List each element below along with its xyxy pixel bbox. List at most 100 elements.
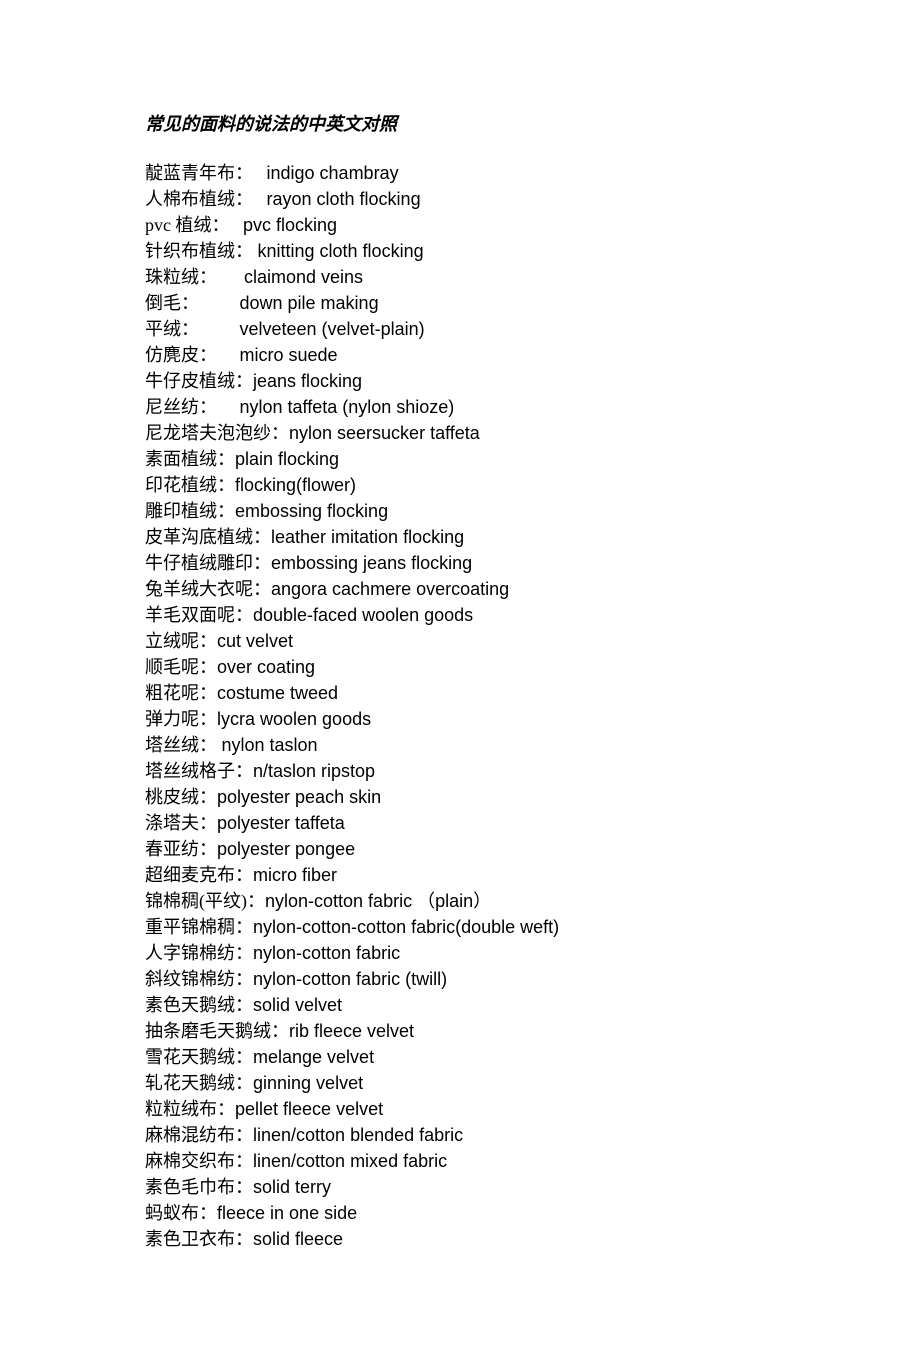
list-item: 倒毛： down pile making (145, 290, 775, 316)
term-chinese: 塔丝绒： (145, 735, 222, 755)
list-item: 轧花天鹅绒：ginning velvet (145, 1070, 775, 1096)
term-chinese: 顺毛呢： (145, 657, 217, 677)
term-chinese: 涤塔夫： (145, 813, 217, 833)
list-item: 素色天鹅绒：solid velvet (145, 992, 775, 1018)
term-english: jeans flocking (253, 371, 362, 391)
term-english: indigo chambray (267, 163, 399, 183)
term-english: nylon-cotton fabric （plain） (265, 891, 491, 911)
term-chinese: 倒毛： (145, 293, 240, 313)
term-english: lycra woolen goods (217, 709, 371, 729)
list-item: 尼龙塔夫泡泡纱：nylon seersucker taffeta (145, 420, 775, 446)
list-item: 牛仔皮植绒：jeans flocking (145, 368, 775, 394)
term-english: solid terry (253, 1177, 331, 1197)
term-chinese: 塔丝绒格子： (145, 761, 253, 781)
list-item: pvc 植绒： pvc flocking (145, 212, 775, 238)
term-english: linen/cotton mixed fabric (253, 1151, 447, 1171)
list-item: 锦棉稠(平纹)：nylon-cotton fabric （plain） (145, 888, 775, 914)
term-english: cut velvet (217, 631, 293, 651)
list-item: 春亚纺：polyester pongee (145, 836, 775, 862)
term-english: over coating (217, 657, 315, 677)
term-english: melange velvet (253, 1047, 374, 1067)
list-item: 仿麂皮： micro suede (145, 342, 775, 368)
term-english: nylon taffeta (nylon shioze) (240, 397, 455, 417)
page-title: 常见的面料的说法的中英文对照 (145, 110, 775, 136)
term-chinese: 仿麂皮： (145, 345, 240, 365)
fabric-list: 靛蓝青年布： indigo chambray人棉布植绒： rayon cloth… (145, 160, 775, 1252)
term-chinese: 人字锦棉纺： (145, 943, 253, 963)
list-item: 雪花天鹅绒：melange velvet (145, 1044, 775, 1070)
term-english: micro fiber (253, 865, 337, 885)
term-english: pellet fleece velvet (235, 1099, 383, 1119)
term-chinese: 牛仔植绒雕印： (145, 553, 271, 573)
term-chinese: 桃皮绒： (145, 787, 217, 807)
list-item: 粒粒绒布：pellet fleece velvet (145, 1096, 775, 1122)
term-chinese: 弹力呢： (145, 709, 217, 729)
term-chinese: 尼龙塔夫泡泡纱： (145, 423, 289, 443)
list-item: 超细麦克布：micro fiber (145, 862, 775, 888)
term-chinese: 印花植绒： (145, 475, 235, 495)
term-chinese: 抽条磨毛天鹅绒： (145, 1021, 289, 1041)
term-chinese: 皮革沟底植绒： (145, 527, 271, 547)
term-english: linen/cotton blended fabric (253, 1125, 463, 1145)
term-english: flocking(flower) (235, 475, 356, 495)
term-chinese: 重平锦棉稠： (145, 917, 253, 937)
term-english: double-faced woolen goods (253, 605, 473, 625)
term-english: n/taslon ripstop (253, 761, 375, 781)
term-english: embossing flocking (235, 501, 388, 521)
term-chinese: 针织布植绒： (145, 241, 258, 261)
list-item: 牛仔植绒雕印：embossing jeans flocking (145, 550, 775, 576)
list-item: 素色卫衣布：solid fleece (145, 1226, 775, 1252)
list-item: 重平锦棉稠：nylon-cotton-cotton fabric(double … (145, 914, 775, 940)
term-chinese: 雕印植绒： (145, 501, 235, 521)
term-english: pvc flocking (243, 215, 337, 235)
term-english: nylon-cotton fabric (253, 943, 400, 963)
list-item: 兔羊绒大衣呢：angora cachmere overcoating (145, 576, 775, 602)
list-item: 立绒呢：cut velvet (145, 628, 775, 654)
term-chinese: 雪花天鹅绒： (145, 1047, 253, 1067)
list-item: 雕印植绒：embossing flocking (145, 498, 775, 524)
list-item: 桃皮绒：polyester peach skin (145, 784, 775, 810)
term-chinese: 素色天鹅绒： (145, 995, 253, 1015)
term-chinese: 蚂蚁布： (145, 1203, 217, 1223)
list-item: 平绒： velveteen (velvet-plain) (145, 316, 775, 342)
list-item: 靛蓝青年布： indigo chambray (145, 160, 775, 186)
term-chinese: 素色卫衣布： (145, 1229, 253, 1249)
term-chinese: 靛蓝青年布： (145, 163, 267, 183)
term-english: polyester peach skin (217, 787, 381, 807)
list-item: 斜纹锦棉纺：nylon-cotton fabric (twill) (145, 966, 775, 992)
term-chinese: 立绒呢： (145, 631, 217, 651)
term-chinese: 麻棉混纺布： (145, 1125, 253, 1145)
term-english: costume tweed (217, 683, 338, 703)
document-page: 常见的面料的说法的中英文对照 靛蓝青年布： indigo chambray人棉布… (0, 0, 920, 1352)
list-item: 素面植绒：plain flocking (145, 446, 775, 472)
list-item: 针织布植绒： knitting cloth flocking (145, 238, 775, 264)
list-item: 涤塔夫：polyester taffeta (145, 810, 775, 836)
list-item: 皮革沟底植绒：leather imitation flocking (145, 524, 775, 550)
list-item: 塔丝绒： nylon taslon (145, 732, 775, 758)
term-chinese: pvc 植绒： (145, 215, 243, 235)
term-chinese: 超细麦克布： (145, 865, 253, 885)
term-chinese: 尼丝纺： (145, 397, 240, 417)
list-item: 塔丝绒格子：n/taslon ripstop (145, 758, 775, 784)
list-item: 麻棉混纺布：linen/cotton blended fabric (145, 1122, 775, 1148)
list-item: 珠粒绒： claimond veins (145, 264, 775, 290)
term-chinese: 平绒： (145, 319, 240, 339)
list-item: 弹力呢：lycra woolen goods (145, 706, 775, 732)
term-english: ginning velvet (253, 1073, 363, 1093)
term-english: fleece in one side (217, 1203, 357, 1223)
term-english: plain flocking (235, 449, 339, 469)
list-item: 羊毛双面呢：double-faced woolen goods (145, 602, 775, 628)
term-chinese: 斜纹锦棉纺： (145, 969, 253, 989)
list-item: 抽条磨毛天鹅绒：rib fleece velvet (145, 1018, 775, 1044)
term-chinese: 粗花呢： (145, 683, 217, 703)
list-item: 顺毛呢：over coating (145, 654, 775, 680)
term-english: claimond veins (244, 267, 363, 287)
list-item: 尼丝纺： nylon taffeta (nylon shioze) (145, 394, 775, 420)
term-english: nylon seersucker taffeta (289, 423, 480, 443)
term-chinese: 牛仔皮植绒： (145, 371, 253, 391)
list-item: 人棉布植绒： rayon cloth flocking (145, 186, 775, 212)
list-item: 粗花呢：costume tweed (145, 680, 775, 706)
list-item: 麻棉交织布：linen/cotton mixed fabric (145, 1148, 775, 1174)
list-item: 印花植绒：flocking(flower) (145, 472, 775, 498)
term-english: rib fleece velvet (289, 1021, 414, 1041)
